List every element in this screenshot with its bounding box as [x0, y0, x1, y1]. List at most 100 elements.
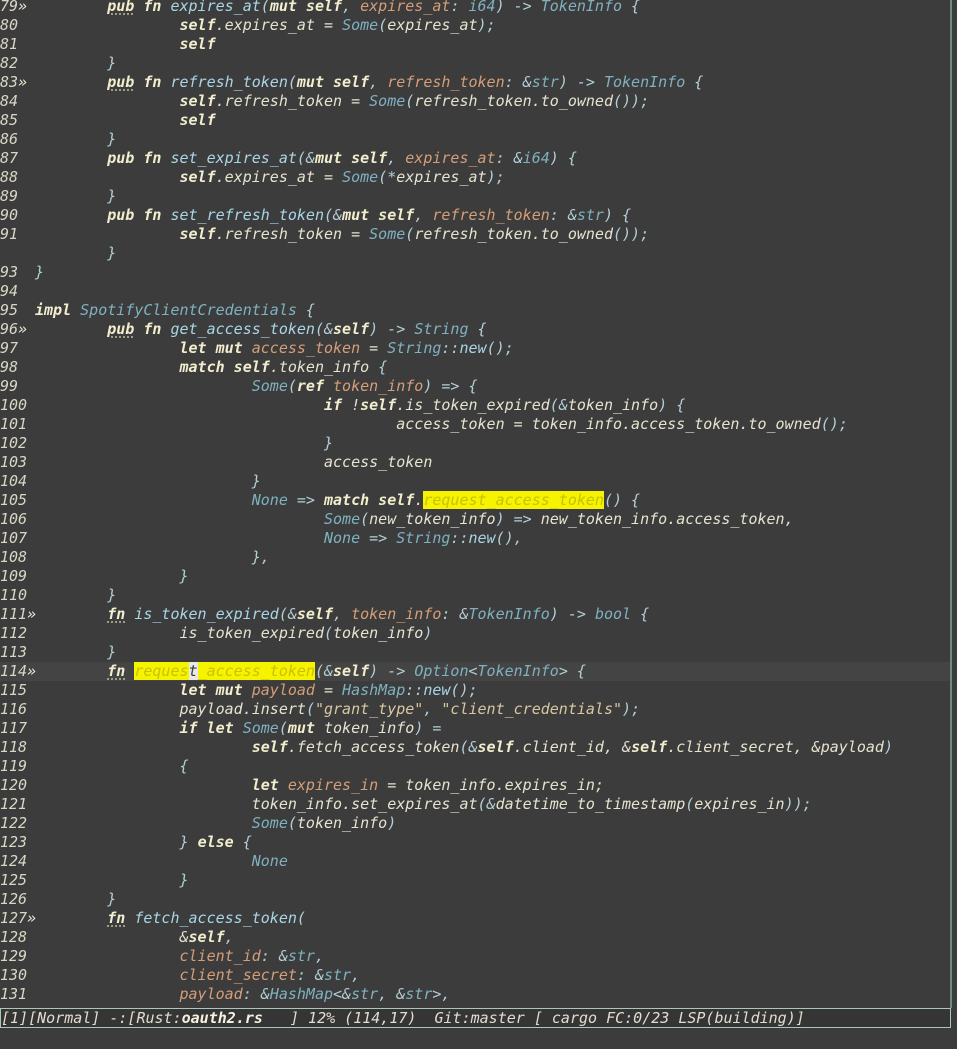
- code-line[interactable]: 100 if !self.is_token_expired(&token_inf…: [0, 396, 951, 415]
- code-line[interactable]: 126 }: [0, 890, 951, 909]
- code-text[interactable]: pub fn get_access_token(&self) -> String…: [35, 320, 486, 339]
- code-text[interactable]: client_secret: &str,: [35, 966, 361, 985]
- code-line[interactable]: 93}: [0, 263, 951, 282]
- code-line[interactable]: 83» pub fn refresh_token(mut self, refre…: [0, 73, 951, 92]
- code-text[interactable]: }: [35, 263, 44, 282]
- code-line[interactable]: 81 self: [0, 35, 951, 54]
- code-text[interactable]: }: [35, 871, 189, 890]
- code-line[interactable]: 80 self.expires_at = Some(expires_at);: [0, 16, 951, 35]
- code-line[interactable]: 118 self.fetch_access_token(&self.client…: [0, 738, 951, 757]
- code-text[interactable]: Some(token_info): [35, 814, 397, 833]
- code-text[interactable]: fn fetch_access_token(: [35, 909, 306, 928]
- code-text[interactable]: None: [35, 852, 288, 871]
- code-line[interactable]: 109 }: [0, 567, 951, 586]
- code-line[interactable]: 101 access_token = token_info.access_tok…: [0, 415, 951, 434]
- code-line[interactable]: 85 self: [0, 111, 951, 130]
- code-line[interactable]: 124 None: [0, 852, 951, 871]
- code-line[interactable]: 96» pub fn get_access_token(&self) -> St…: [0, 320, 951, 339]
- code-line[interactable]: 107 None => String::new(),: [0, 529, 951, 548]
- code-text[interactable]: payload.insert("grant_type", "client_cre…: [35, 700, 640, 719]
- code-text[interactable]: access_token = token_info.access_token.t…: [35, 415, 848, 434]
- code-line[interactable]: 102 }: [0, 434, 951, 453]
- code-text[interactable]: token_info.set_expires_at(&datetime_to_t…: [35, 795, 812, 814]
- code-text[interactable]: if let Some(mut token_info) =: [35, 719, 442, 738]
- code-text[interactable]: self: [35, 111, 216, 130]
- fold-marker[interactable]: »: [18, 0, 27, 15]
- code-line[interactable]: 89 }: [0, 187, 951, 206]
- code-line-current[interactable]: 114» fn request_access_token(&self) -> O…: [0, 662, 951, 681]
- code-line[interactable]: 94: [0, 282, 951, 301]
- code-line[interactable]: 106 Some(new_token_info) => new_token_in…: [0, 510, 951, 529]
- code-text[interactable]: pub fn set_refresh_token(&mut self, refr…: [35, 206, 631, 225]
- code-line[interactable]: 113 }: [0, 643, 951, 662]
- code-text[interactable]: fn is_token_expired(&self, token_info: &…: [35, 605, 649, 624]
- code-text[interactable]: if !self.is_token_expired(&token_info) {: [35, 396, 685, 415]
- code-text[interactable]: impl SpotifyClientCredentials {: [35, 301, 315, 320]
- code-line[interactable]: 82 }: [0, 54, 951, 73]
- code-line[interactable]: 117 if let Some(mut token_info) =: [0, 719, 951, 738]
- code-line[interactable]: 103 access_token: [0, 453, 951, 472]
- code-text[interactable]: }: [35, 890, 116, 909]
- code-line[interactable]: 121 token_info.set_expires_at(&datetime_…: [0, 795, 951, 814]
- code-line[interactable]: 86 }: [0, 130, 951, 149]
- code-text[interactable]: self: [35, 35, 216, 54]
- code-line[interactable]: 88 self.expires_at = Some(*expires_at);: [0, 168, 951, 187]
- code-text[interactable]: self.expires_at = Some(expires_at);: [35, 16, 496, 35]
- code-line[interactable]: 87 pub fn set_expires_at(&mut self, expi…: [0, 149, 951, 168]
- code-text[interactable]: }: [35, 586, 116, 605]
- code-text[interactable]: } else {: [35, 833, 252, 852]
- code-text[interactable]: pub fn expires_at(mut self, expires_at: …: [35, 0, 640, 16]
- code-text[interactable]: }: [35, 244, 116, 263]
- code-line[interactable]: 128 &self,: [0, 928, 951, 947]
- code-text[interactable]: }: [35, 187, 116, 206]
- code-line[interactable]: 112 is_token_expired(token_info): [0, 624, 951, 643]
- fold-marker[interactable]: »: [18, 320, 27, 338]
- code-line[interactable]: 99 Some(ref token_info) => {: [0, 377, 951, 396]
- code-text[interactable]: client_id: &str,: [35, 947, 325, 966]
- code-line[interactable]: 122 Some(token_info): [0, 814, 951, 833]
- code-line[interactable]: 98 match self.token_info {: [0, 358, 951, 377]
- code-line[interactable]: 131 payload: &HashMap<&str, &str>,: [0, 985, 951, 1004]
- code-text[interactable]: self.fetch_access_token(&self.client_id,…: [35, 738, 893, 757]
- code-text[interactable]: self.refresh_token = Some(refresh_token.…: [35, 92, 650, 111]
- code-text[interactable]: is_token_expired(token_info): [35, 624, 432, 643]
- code-text[interactable]: Some(ref token_info) => {: [35, 377, 478, 396]
- code-line[interactable]: 125 }: [0, 871, 951, 890]
- code-line[interactable]: 130 client_secret: &str,: [0, 966, 951, 985]
- code-text[interactable]: }: [35, 643, 116, 662]
- code-line[interactable]: 127» fn fetch_access_token(: [0, 909, 951, 928]
- code-line[interactable]: 115 let mut payload = HashMap::new();: [0, 681, 951, 700]
- code-text[interactable]: access_token: [35, 453, 432, 472]
- code-line[interactable]: [0, 1004, 951, 1005]
- code-line[interactable]: 123 } else {: [0, 833, 951, 852]
- code-text[interactable]: }: [35, 54, 116, 73]
- code-text[interactable]: self.expires_at = Some(*expires_at);: [35, 168, 505, 187]
- code-line[interactable]: 105 None => match self.request_access_to…: [0, 491, 951, 510]
- code-text[interactable]: Some(new_token_info) => new_token_info.a…: [35, 510, 794, 529]
- code-line[interactable]: 95 impl SpotifyClientCredentials {: [0, 301, 951, 320]
- code-line[interactable]: 90 pub fn set_refresh_token(&mut self, r…: [0, 206, 951, 225]
- code-text[interactable]: None => String::new(),: [35, 529, 523, 548]
- code-line[interactable]: 111» fn is_token_expired(&self, token_in…: [0, 605, 951, 624]
- code-text[interactable]: }: [35, 434, 333, 453]
- code-text[interactable]: }: [35, 130, 116, 149]
- code-line[interactable]: }: [0, 244, 951, 263]
- code-line[interactable]: 97 let mut access_token = String::new();: [0, 339, 951, 358]
- code-line[interactable]: 104 }: [0, 472, 951, 491]
- code-line[interactable]: 91 self.refresh_token = Some(refresh_tok…: [0, 225, 951, 244]
- code-text[interactable]: }: [35, 567, 189, 586]
- code-editor[interactable]: 79» pub fn expires_at(mut self, expires_…: [0, 0, 951, 1005]
- fold-marker[interactable]: »: [18, 73, 27, 91]
- code-line[interactable]: 84 self.refresh_token = Some(refresh_tok…: [0, 92, 951, 111]
- code-text[interactable]: }: [35, 472, 261, 491]
- minibuffer[interactable]: [0, 1028, 957, 1049]
- code-text[interactable]: },: [35, 548, 270, 567]
- code-line[interactable]: 116 payload.insert("grant_type", "client…: [0, 700, 951, 719]
- code-line[interactable]: 79» pub fn expires_at(mut self, expires_…: [0, 0, 951, 16]
- code-text[interactable]: match self.token_info {: [35, 358, 388, 377]
- code-text[interactable]: pub fn set_expires_at(&mut self, expires…: [35, 149, 577, 168]
- code-text[interactable]: payload: &HashMap<&str, &str>,: [35, 985, 451, 1004]
- code-text[interactable]: let expires_in = token_info.expires_in;: [35, 776, 604, 795]
- code-line[interactable]: 129 client_id: &str,: [0, 947, 951, 966]
- code-text[interactable]: let mut payload = HashMap::new();: [35, 681, 478, 700]
